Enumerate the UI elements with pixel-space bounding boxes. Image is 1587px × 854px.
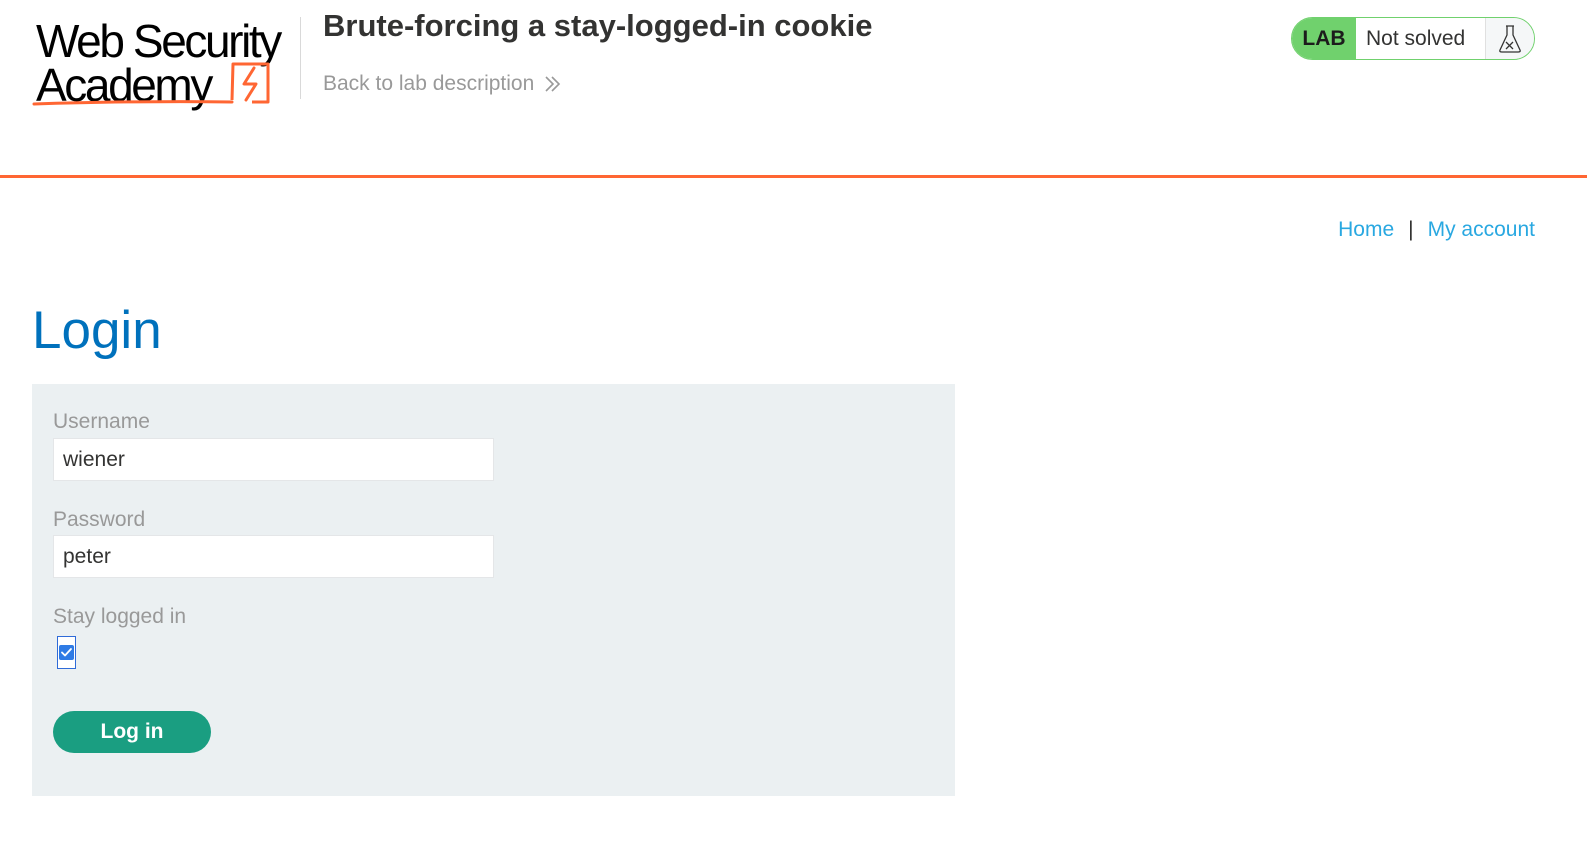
stay-logged-in-label: Stay logged in [53,605,187,628]
lab-title: Brute-forcing a stay-logged-in cookie [323,8,873,43]
log-in-button[interactable]: Log in [53,711,211,753]
back-link-label: Back to lab description [323,72,535,95]
header-divider [300,17,301,99]
double-chevron-right-icon [545,76,561,92]
lab-badge: LAB [1292,18,1356,59]
lightning-bolt-icon [32,62,270,106]
back-to-lab-description-link[interactable]: Back to lab description [323,72,562,96]
password-label: Password [53,508,146,531]
lab-status-text: Not solved [1356,18,1486,59]
lab-header: Web Security Academy Brute-forcing a sta… [0,0,1587,176]
lab-status-widget: LAB Not solved [1291,17,1535,60]
checkmark-icon [61,648,72,657]
username-label: Username [53,410,150,433]
password-input[interactable] [53,535,494,578]
header-accent-line [0,175,1587,178]
nav-separator: | [1408,218,1414,241]
stay-logged-in-checkbox[interactable] [57,636,76,669]
web-security-academy-logo[interactable]: Web Security Academy [32,14,300,110]
flask-icon [1486,18,1534,59]
username-input[interactable] [53,438,494,481]
login-form: Username Password Stay logged in Log in [32,384,955,796]
top-navigation: Home | My account [1338,218,1535,242]
nav-my-account-link[interactable]: My account [1428,218,1535,242]
page-title: Login [32,301,162,360]
nav-home-link[interactable]: Home [1338,218,1394,242]
checkbox-checked-box [59,645,74,660]
